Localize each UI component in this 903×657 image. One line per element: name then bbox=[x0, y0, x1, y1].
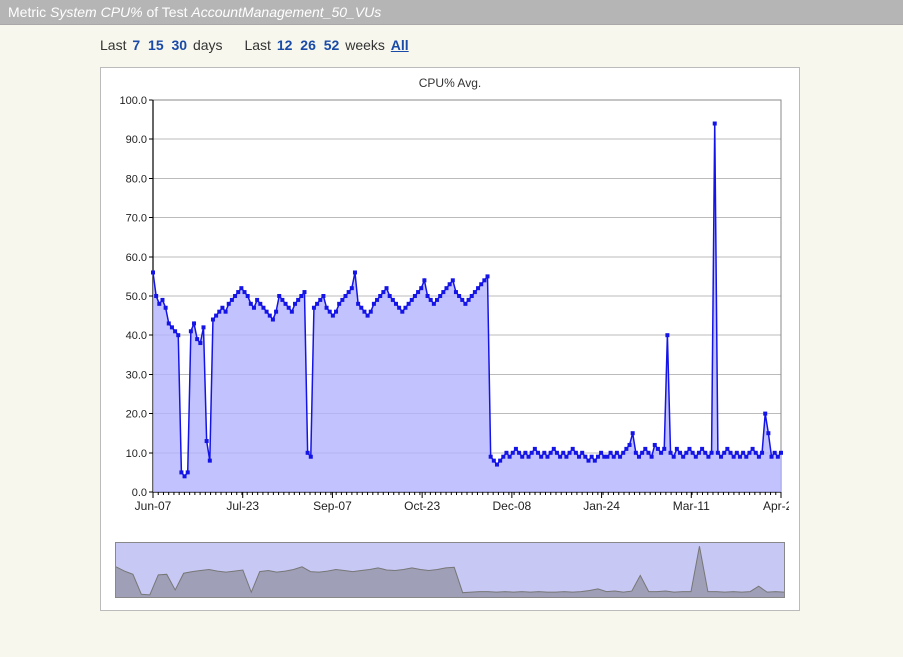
chart-frame: CPU% Avg. 0.0 10.0 20.0 30.0 40.0 50.0 60.0 70.… bbox=[100, 67, 800, 611]
range-52-weeks[interactable]: 52 bbox=[324, 37, 340, 53]
test-name: AccountManagement_50_VUs bbox=[191, 4, 381, 20]
svg-text:70.0: 70.0 bbox=[126, 213, 147, 225]
last-weeks-pre: Last bbox=[244, 37, 270, 53]
range-26-weeks[interactable]: 26 bbox=[300, 37, 316, 53]
title-bar: Metric System CPU% of Test AccountManage… bbox=[0, 0, 903, 25]
last-weeks-post: weeks bbox=[345, 37, 385, 53]
svg-text:Mar-11: Mar-11 bbox=[673, 499, 710, 513]
metric-name: System CPU% bbox=[50, 4, 143, 20]
range-12-weeks[interactable]: 12 bbox=[277, 37, 293, 53]
range-15-days[interactable]: 15 bbox=[148, 37, 164, 53]
svg-text:Dec-08: Dec-08 bbox=[493, 499, 532, 513]
svg-text:60.0: 60.0 bbox=[126, 252, 147, 264]
overview-chart[interactable] bbox=[115, 542, 785, 598]
metric-label: Metric bbox=[8, 4, 46, 20]
range-weeks-group: Last 12 26 52 weeks All bbox=[244, 37, 410, 53]
range-bar: Last 7 15 30 days Last 12 26 52 weeks Al… bbox=[0, 25, 903, 61]
svg-text:Apr-26: Apr-26 bbox=[763, 499, 789, 513]
svg-text:Jun-07: Jun-07 bbox=[135, 499, 172, 513]
svg-text:90.0: 90.0 bbox=[126, 134, 147, 146]
svg-text:20.0: 20.0 bbox=[126, 409, 147, 421]
last-days-post: days bbox=[193, 37, 223, 53]
svg-text:100.0: 100.0 bbox=[119, 95, 147, 107]
chart-title: CPU% Avg. bbox=[109, 76, 791, 90]
svg-text:10.0: 10.0 bbox=[126, 448, 147, 460]
of-test-label: of Test bbox=[146, 4, 187, 20]
svg-text:Oct-23: Oct-23 bbox=[404, 499, 440, 513]
last-days-pre: Last bbox=[100, 37, 126, 53]
svg-text:Jan-24: Jan-24 bbox=[583, 499, 620, 513]
svg-text:Sep-07: Sep-07 bbox=[313, 499, 352, 513]
svg-text:50.0: 50.0 bbox=[126, 291, 147, 303]
svg-text:40.0: 40.0 bbox=[126, 330, 147, 342]
svg-text:Jul-23: Jul-23 bbox=[226, 499, 259, 513]
svg-text:0.0: 0.0 bbox=[132, 487, 147, 499]
range-7-days[interactable]: 7 bbox=[132, 37, 140, 53]
range-30-days[interactable]: 30 bbox=[172, 37, 188, 53]
main-chart[interactable]: 0.0 10.0 20.0 30.0 40.0 50.0 60.0 70.0 80.0 90.0 1… bbox=[109, 94, 789, 514]
svg-text:80.0: 80.0 bbox=[126, 173, 147, 185]
range-days-group: Last 7 15 30 days bbox=[100, 37, 223, 53]
range-all[interactable]: All bbox=[391, 37, 409, 53]
svg-text:30.0: 30.0 bbox=[126, 369, 147, 381]
